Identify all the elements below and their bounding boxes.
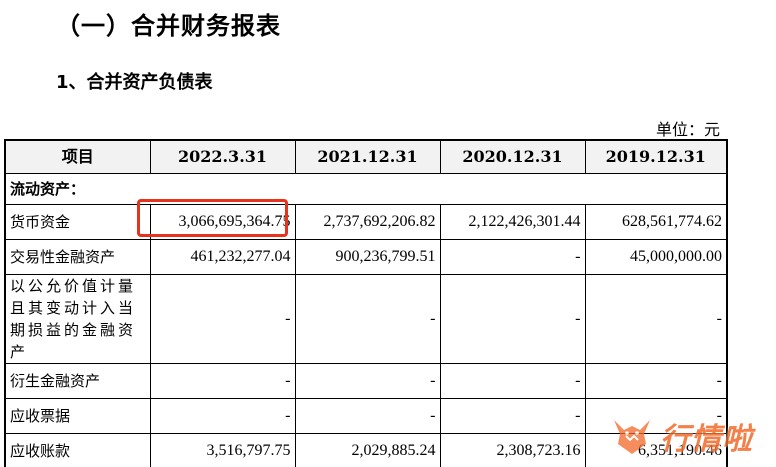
unit-note: 单位：元 [655,120,720,139]
table-cell: - [439,274,586,364]
header-2021-12-31: 2021.12.31 [294,139,441,174]
table-cell: - [584,274,728,364]
header-2022-3-31: 2022.3.31 [149,139,296,174]
bull-logo-icon [614,420,650,454]
category-row: 流动资产： [4,173,728,205]
table-row: 衍生金融资产 - - - - [4,363,728,399]
table-cell: - [149,398,296,434]
watermark-text: 行情啦 [660,422,753,457]
row-label: 以公允价值计量且其变动计入当期损益的金融资产 [4,274,151,364]
table-cell: - [439,398,586,434]
row-label: 交易性金融资产 [4,239,151,275]
table-row: 以公允价值计量且其变动计入当期损益的金融资产 - - - - [4,274,728,364]
table-header-row: 项目 2022.3.31 2021.12.31 2020.12.31 2019.… [4,139,728,174]
header-item: 项目 [4,139,151,174]
row-label: 衍生金融资产 [4,363,151,399]
table-cell: - [149,274,296,364]
table-row: 交易性金融资产 461,232,277.04 900,236,799.51 - … [4,239,728,275]
table-cell: - [439,363,586,399]
table-cell: 45,000,000.00 [584,239,728,275]
row-label: 货币资金 [4,204,151,240]
watermark: 行情啦 [610,410,770,462]
table-cell: - [294,363,441,399]
row-label: 应收账款 [4,433,151,467]
section-title: （一）合并财务报表 [56,12,281,40]
table-cell: - [149,363,296,399]
category-label: 流动资产： [4,173,728,205]
table-cell: 2,029,885.24 [294,433,441,467]
row-label: 应收票据 [4,398,151,434]
header-2020-12-31: 2020.12.31 [439,139,586,174]
table-cell: - [439,239,586,275]
table-cell: 2,308,723.16 [439,433,586,467]
table-cell: - [294,398,441,434]
table-row: 货币资金 3,066,695,364.75 2,737,692,206.82 2… [4,204,728,240]
table-cell: 628,561,774.62 [584,204,728,240]
table-cell: 2,122,426,301.44 [439,204,586,240]
table-cell: - [584,363,728,399]
table-cell: 3,066,695,364.75 [149,204,296,240]
table-cell: 2,737,692,206.82 [294,204,441,240]
table-cell: 461,232,277.04 [149,239,296,275]
sub-title: 1、合并资产负债表 [56,72,213,93]
table-cell: 900,236,799.51 [294,239,441,275]
header-2019-12-31: 2019.12.31 [584,139,728,174]
table-cell: 3,516,797.75 [149,433,296,467]
table-cell: - [294,274,441,364]
